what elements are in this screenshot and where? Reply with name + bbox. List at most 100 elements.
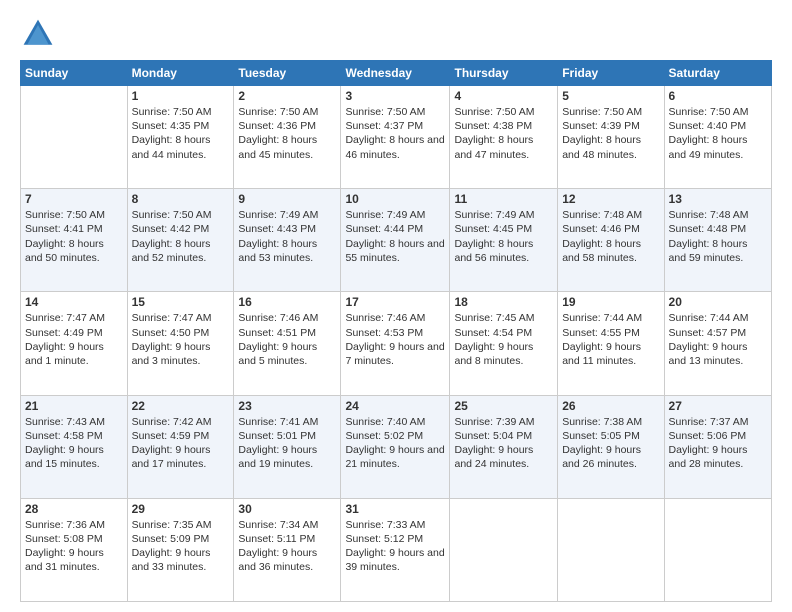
cell-text: Sunrise: 7:36 AMSunset: 5:08 PMDaylight:… (25, 519, 105, 574)
calendar-cell (558, 498, 664, 601)
calendar-cell: 20 Sunrise: 7:44 AMSunset: 4:57 PMDayligh… (664, 292, 771, 395)
calendar-table: SundayMondayTuesdayWednesdayThursdayFrid… (20, 60, 772, 602)
header-day: Friday (558, 61, 664, 86)
calendar-cell: 19Sunrise: 7:44 AMSunset: 4:55 PMDayligh… (558, 292, 664, 395)
calendar-cell (450, 498, 558, 601)
day-number: 1 (132, 89, 230, 103)
calendar-cell: 8 Sunrise: 7:50 AMSunset: 4:42 PMDaylight… (127, 189, 234, 292)
cell-text: Sunrise: 7:49 AMSunset: 4:45 PMDaylight:… (454, 209, 534, 264)
calendar-week-row: 28Sunrise: 7:36 AMSunset: 5:08 PMDayligh… (21, 498, 772, 601)
cell-text: Sunrise: 7:47 AMSunset: 4:49 PMDaylight:… (25, 312, 105, 367)
calendar-cell: 26 Sunrise: 7:38 AMSunset: 5:05 PMDayligh… (558, 395, 664, 498)
header-day: Sunday (21, 61, 128, 86)
calendar-cell: 27 Sunrise: 7:37 AMSunset: 5:06 PMDayligh… (664, 395, 771, 498)
day-number: 29 (132, 502, 230, 516)
cell-text: Sunrise: 7:50 AMSunset: 4:36 PMDaylight:… (238, 106, 318, 161)
day-number: 4 (454, 89, 553, 103)
day-number: 20 (669, 295, 767, 309)
cell-text: Sunrise: 7:46 AMSunset: 4:53 PMDaylight:… (345, 312, 444, 367)
day-number: 10 (345, 192, 445, 206)
day-number: 27 (669, 399, 767, 413)
calendar-cell: 30Sunrise: 7:34 AMSunset: 5:11 PMDayligh… (234, 498, 341, 601)
header-day: Thursday (450, 61, 558, 86)
calendar-cell: 15 Sunrise: 7:47 AMSunset: 4:50 PMDayligh… (127, 292, 234, 395)
day-number: 12 (562, 192, 659, 206)
calendar-cell (664, 498, 771, 601)
calendar-cell: 17 Sunrise: 7:46 AMSunset: 4:53 PMDayligh… (341, 292, 450, 395)
header-day: Wednesday (341, 61, 450, 86)
calendar-cell: 13Sunrise: 7:48 AMSunset: 4:48 PMDayligh… (664, 189, 771, 292)
cell-text: Sunrise: 7:45 AMSunset: 4:54 PMDaylight:… (454, 312, 534, 367)
calendar-cell: 10 Sunrise: 7:49 AMSunset: 4:44 PMDayligh… (341, 189, 450, 292)
calendar-week-row: 1 Sunrise: 7:50 AMSunset: 4:35 PMDaylight… (21, 86, 772, 189)
calendar-cell: 6 Sunrise: 7:50 AMSunset: 4:40 PMDaylight… (664, 86, 771, 189)
day-number: 25 (454, 399, 553, 413)
cell-text: Sunrise: 7:37 AMSunset: 5:06 PMDaylight:… (669, 416, 749, 471)
day-number: 3 (345, 89, 445, 103)
day-number: 14 (25, 295, 123, 309)
calendar-cell: 9 Sunrise: 7:49 AMSunset: 4:43 PMDaylight… (234, 189, 341, 292)
calendar-cell: 2 Sunrise: 7:50 AMSunset: 4:36 PMDaylight… (234, 86, 341, 189)
page: SundayMondayTuesdayWednesdayThursdayFrid… (0, 0, 792, 612)
cell-text: Sunrise: 7:35 AMSunset: 5:09 PMDaylight:… (132, 519, 212, 574)
day-number: 2 (238, 89, 336, 103)
day-number: 13 (669, 192, 767, 206)
day-number: 22 (132, 399, 230, 413)
cell-text: Sunrise: 7:50 AMSunset: 4:40 PMDaylight:… (669, 106, 749, 161)
cell-text: Sunrise: 7:49 AMSunset: 4:44 PMDaylight:… (345, 209, 444, 264)
calendar-cell: 16 Sunrise: 7:46 AMSunset: 4:51 PMDayligh… (234, 292, 341, 395)
calendar-cell: 29 Sunrise: 7:35 AMSunset: 5:09 PMDayligh… (127, 498, 234, 601)
cell-text: Sunrise: 7:50 AMSunset: 4:41 PMDaylight:… (25, 209, 105, 264)
day-number: 31 (345, 502, 445, 516)
calendar-cell: 5 Sunrise: 7:50 AMSunset: 4:39 PMDaylight… (558, 86, 664, 189)
day-number: 11 (454, 192, 553, 206)
day-number: 24 (345, 399, 445, 413)
cell-text: Sunrise: 7:43 AMSunset: 4:58 PMDaylight:… (25, 416, 105, 471)
cell-text: Sunrise: 7:34 AMSunset: 5:11 PMDaylight:… (238, 519, 318, 574)
calendar-cell: 4Sunrise: 7:50 AMSunset: 4:38 PMDaylight… (450, 86, 558, 189)
cell-text: Sunrise: 7:40 AMSunset: 5:02 PMDaylight:… (345, 416, 444, 471)
calendar-cell: 7Sunrise: 7:50 AMSunset: 4:41 PMDaylight… (21, 189, 128, 292)
day-number: 23 (238, 399, 336, 413)
calendar-cell: 1 Sunrise: 7:50 AMSunset: 4:35 PMDaylight… (127, 86, 234, 189)
cell-text: Sunrise: 7:44 AMSunset: 4:57 PMDaylight:… (669, 312, 749, 367)
day-number: 6 (669, 89, 767, 103)
cell-text: Sunrise: 7:49 AMSunset: 4:43 PMDaylight:… (238, 209, 318, 264)
day-number: 17 (345, 295, 445, 309)
day-number: 5 (562, 89, 659, 103)
calendar-cell: 31 Sunrise: 7:33 AMSunset: 5:12 PMDayligh… (341, 498, 450, 601)
cell-text: Sunrise: 7:33 AMSunset: 5:12 PMDaylight:… (345, 519, 444, 574)
header-day: Saturday (664, 61, 771, 86)
cell-text: Sunrise: 7:50 AMSunset: 4:42 PMDaylight:… (132, 209, 212, 264)
calendar-cell (21, 86, 128, 189)
day-number: 8 (132, 192, 230, 206)
cell-text: Sunrise: 7:41 AMSunset: 5:01 PMDaylight:… (238, 416, 318, 471)
logo-icon (20, 16, 56, 52)
calendar-cell: 12Sunrise: 7:48 AMSunset: 4:46 PMDayligh… (558, 189, 664, 292)
header-day: Monday (127, 61, 234, 86)
day-number: 9 (238, 192, 336, 206)
cell-text: Sunrise: 7:50 AMSunset: 4:39 PMDaylight:… (562, 106, 642, 161)
calendar-cell: 23 Sunrise: 7:41 AMSunset: 5:01 PMDayligh… (234, 395, 341, 498)
cell-text: Sunrise: 7:47 AMSunset: 4:50 PMDaylight:… (132, 312, 212, 367)
calendar-week-row: 21Sunrise: 7:43 AMSunset: 4:58 PMDayligh… (21, 395, 772, 498)
cell-text: Sunrise: 7:39 AMSunset: 5:04 PMDaylight:… (454, 416, 534, 471)
calendar-cell: 22Sunrise: 7:42 AMSunset: 4:59 PMDayligh… (127, 395, 234, 498)
day-number: 16 (238, 295, 336, 309)
header-day: Tuesday (234, 61, 341, 86)
header (20, 16, 772, 52)
cell-text: Sunrise: 7:50 AMSunset: 4:37 PMDaylight:… (345, 106, 444, 161)
logo (20, 16, 60, 52)
calendar-week-row: 7Sunrise: 7:50 AMSunset: 4:41 PMDaylight… (21, 189, 772, 292)
day-number: 19 (562, 295, 659, 309)
header-row: SundayMondayTuesdayWednesdayThursdayFrid… (21, 61, 772, 86)
calendar-cell: 14 Sunrise: 7:47 AMSunset: 4:49 PMDayligh… (21, 292, 128, 395)
cell-text: Sunrise: 7:50 AMSunset: 4:35 PMDaylight:… (132, 106, 212, 161)
cell-text: Sunrise: 7:38 AMSunset: 5:05 PMDaylight:… (562, 416, 642, 471)
calendar-cell: 11 Sunrise: 7:49 AMSunset: 4:45 PMDayligh… (450, 189, 558, 292)
calendar-cell: 24 Sunrise: 7:40 AMSunset: 5:02 PMDayligh… (341, 395, 450, 498)
day-number: 26 (562, 399, 659, 413)
cell-text: Sunrise: 7:46 AMSunset: 4:51 PMDaylight:… (238, 312, 318, 367)
day-number: 15 (132, 295, 230, 309)
calendar-cell: 21Sunrise: 7:43 AMSunset: 4:58 PMDayligh… (21, 395, 128, 498)
